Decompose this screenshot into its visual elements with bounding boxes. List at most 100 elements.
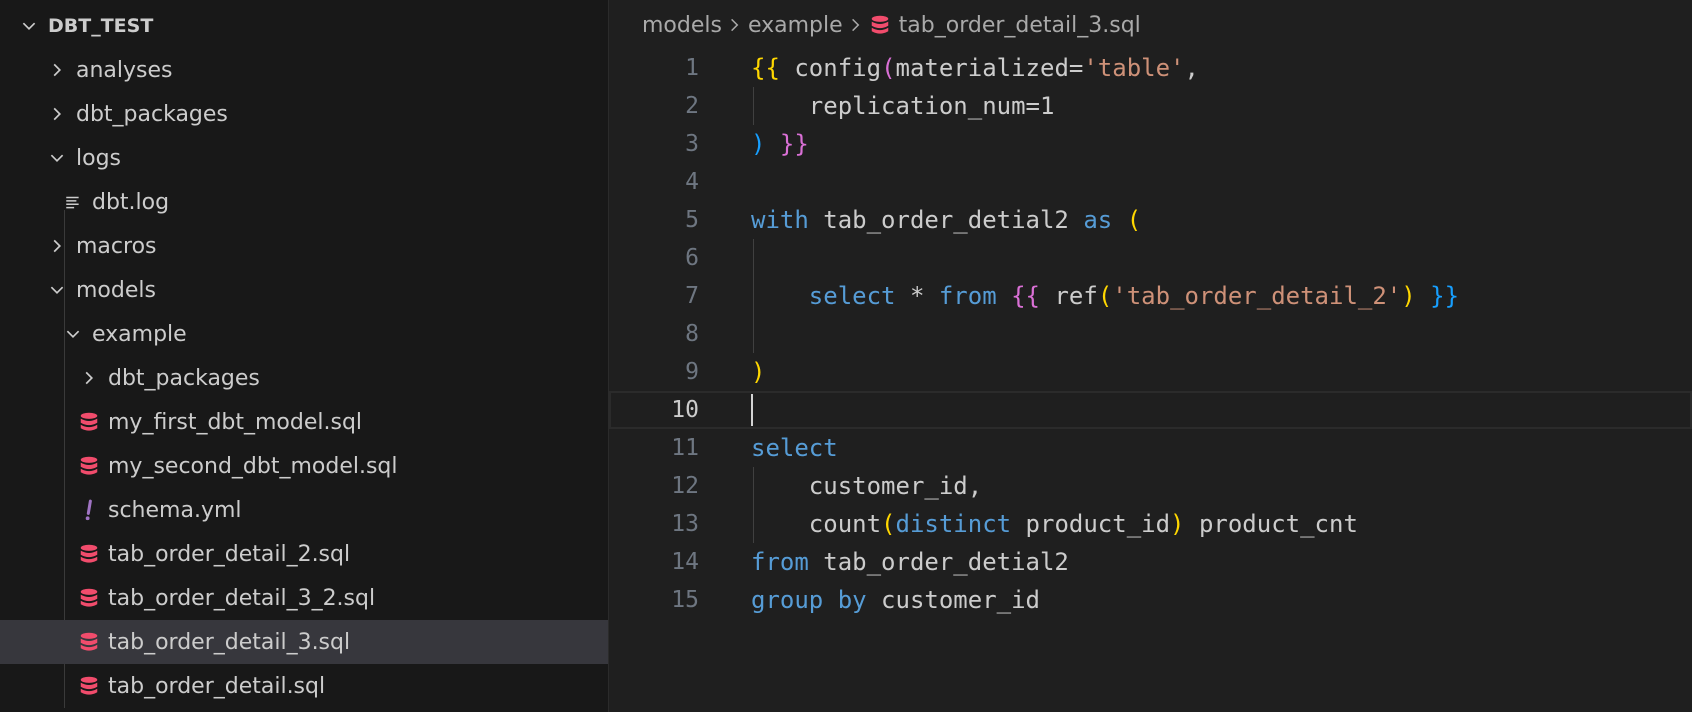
line-number: 15 [671, 587, 699, 613]
breadcrumb-item-models[interactable]: models [642, 13, 722, 38]
code-text: ) }} [751, 130, 809, 158]
file-label: my_first_dbt_model.sql [108, 409, 363, 435]
line-number-active: 10 [671, 397, 699, 423]
chevron-down-icon [62, 323, 84, 345]
breadcrumb-item-file[interactable]: tab_order_detail_3.sql [899, 13, 1141, 38]
file-label: tab_order_detail_3.sql [108, 629, 351, 655]
code-line-15: 15 group by customer_id [609, 581, 1692, 619]
line-number: 4 [685, 169, 699, 195]
file-tab-order-detail-3-2[interactable]: tab_order_detail_3_2.sql [0, 576, 608, 620]
file-tab-order-detail-3[interactable]: tab_order_detail_3.sql [0, 620, 608, 664]
text-cursor [751, 394, 753, 426]
database-icon [78, 675, 100, 697]
database-icon [78, 411, 100, 433]
database-icon [78, 587, 100, 609]
vscode-window: DBT_TEST analyses dbt_packages logs dbt.… [0, 0, 1692, 712]
exclamation-icon [78, 499, 100, 521]
line-number: 9 [685, 359, 699, 385]
code-line-11: 11 select [609, 429, 1692, 467]
code-text: select * from {{ ref('tab_order_detail_2… [808, 282, 1460, 310]
chevron-right-icon [46, 103, 68, 125]
explorer-sidebar: DBT_TEST analyses dbt_packages logs dbt.… [0, 0, 609, 712]
code-text: with tab_order_detial2 as ( [751, 206, 1142, 234]
folder-label: logs [76, 145, 121, 171]
folder-label: macros [76, 233, 157, 259]
folder-analyses[interactable]: analyses [0, 48, 608, 92]
folder-example[interactable]: example [0, 312, 608, 356]
code-line-1: 1 {{ config(materialized='table', [609, 49, 1692, 87]
chevron-down-icon [18, 15, 40, 37]
folder-label: analyses [76, 57, 173, 83]
file-tab-order-detail[interactable]: tab_order_detail.sql [0, 664, 608, 708]
root-folder-label: DBT_TEST [48, 15, 154, 37]
code-text: select [751, 434, 838, 462]
code-line-5: 5 with tab_order_detial2 as ( [609, 201, 1692, 239]
database-icon [78, 455, 100, 477]
file-dbt-log[interactable]: dbt.log [0, 180, 608, 224]
code-text: {{ config(materialized='table', [751, 54, 1199, 82]
line-number: 3 [685, 131, 699, 157]
folder-label: example [92, 321, 187, 347]
line-number: 14 [671, 549, 699, 575]
folder-dbt-packages[interactable]: dbt_packages [0, 92, 608, 136]
code-area[interactable]: 1 {{ config(materialized='table', 2 repl… [609, 49, 1692, 619]
line-number: 5 [685, 207, 699, 233]
chevron-down-icon [46, 147, 68, 169]
file-label: tab_order_detail_2.sql [108, 541, 351, 567]
file-label: tab_order_detail_3_2.sql [108, 585, 376, 611]
database-icon [78, 631, 100, 653]
line-number: 2 [685, 93, 699, 119]
line-number: 7 [685, 283, 699, 309]
file-label: schema.yml [108, 497, 242, 523]
code-line-13: 13 count(distinct product_id) product_cn… [609, 505, 1692, 543]
line-number: 1 [685, 55, 699, 81]
breadcrumb-item-example[interactable]: example [748, 13, 843, 38]
database-icon [869, 14, 891, 36]
code-text: ) [751, 358, 766, 386]
file-schema-yml[interactable]: schema.yml [0, 488, 608, 532]
code-line-12: 12 customer_id, [609, 467, 1692, 505]
chevron-right-icon [78, 367, 100, 389]
code-line-8: 8 [609, 315, 1692, 353]
line-number: 11 [671, 435, 699, 461]
breadcrumb: models example tab_order_detail_3.sql [609, 0, 1692, 50]
chevron-right-icon [728, 16, 742, 34]
line-number: 6 [685, 245, 699, 271]
file-my-first-dbt-model[interactable]: my_first_dbt_model.sql [0, 400, 608, 444]
code-text: count(distinct product_id) product_cnt [808, 510, 1358, 538]
folder-example-dbt-packages[interactable]: dbt_packages [0, 356, 608, 400]
code-text: group by customer_id [751, 586, 1040, 614]
lines-icon [62, 191, 84, 213]
code-line-7: 7 select * from {{ ref('tab_order_detail… [609, 277, 1692, 315]
code-editor[interactable]: models example tab_order_detail_3.sql 1 … [609, 0, 1692, 712]
code-line-3: 3 ) }} [609, 125, 1692, 163]
file-tab-order-detail-2[interactable]: tab_order_detail_2.sql [0, 532, 608, 576]
code-line-9: 9 ) [609, 353, 1692, 391]
folder-label: dbt_packages [108, 365, 260, 391]
folder-macros[interactable]: macros [0, 224, 608, 268]
file-my-second-dbt-model[interactable]: my_second_dbt_model.sql [0, 444, 608, 488]
folder-logs[interactable]: logs [0, 136, 608, 180]
file-label: dbt.log [92, 189, 170, 215]
folder-models[interactable]: models [0, 268, 608, 312]
file-label: tab_order_detail.sql [108, 673, 326, 699]
code-line-2: 2 replication_num=1 [609, 87, 1692, 125]
code-text: customer_id, [808, 472, 983, 500]
database-icon [78, 543, 100, 565]
line-number: 8 [685, 321, 699, 347]
code-line-6: 6 [609, 239, 1692, 277]
chevron-down-icon [46, 279, 68, 301]
code-line-4: 4 [609, 163, 1692, 201]
code-text: from tab_order_detial2 [751, 548, 1069, 576]
code-text: replication_num=1 [808, 92, 1055, 120]
file-label: my_second_dbt_model.sql [108, 453, 398, 479]
chevron-right-icon [46, 59, 68, 81]
folder-label: models [76, 277, 156, 303]
line-number: 12 [671, 473, 699, 499]
chevron-right-icon [46, 235, 68, 257]
code-line-10-current[interactable]: 10 [609, 391, 1692, 429]
line-number: 13 [671, 511, 699, 537]
explorer-root-folder[interactable]: DBT_TEST [0, 4, 608, 48]
code-line-14: 14 from tab_order_detial2 [609, 543, 1692, 581]
folder-label: dbt_packages [76, 101, 228, 127]
